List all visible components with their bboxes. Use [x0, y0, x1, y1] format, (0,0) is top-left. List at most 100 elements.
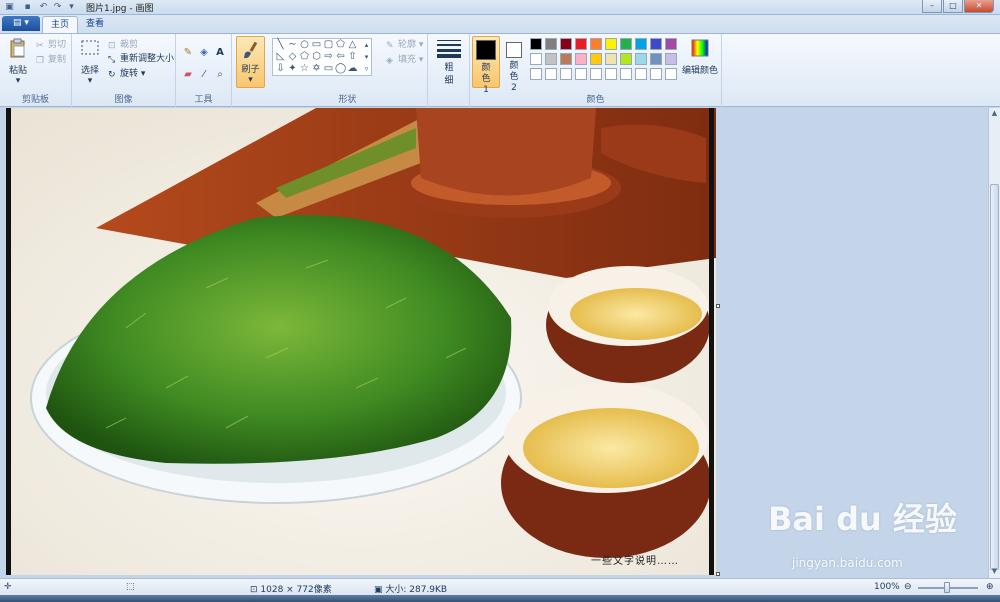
- fill-bucket-icon[interactable]: ◈: [196, 44, 212, 60]
- resize-icon: ⤡: [108, 55, 116, 65]
- left-arrow-shape-icon[interactable]: ⇦: [335, 52, 346, 62]
- copy-button[interactable]: ❐ 复制: [36, 54, 66, 67]
- zoom-slider-knob[interactable]: [944, 582, 950, 593]
- cloud-shape-icon[interactable]: ☁: [347, 64, 358, 74]
- palette-swatch[interactable]: [545, 53, 557, 65]
- size-button[interactable]: 粗 细: [434, 38, 464, 86]
- palette-swatch[interactable]: [635, 38, 647, 50]
- polygon-shape-icon[interactable]: ⬠: [335, 40, 346, 50]
- vertical-scrollbar[interactable]: ▲ ▼: [988, 108, 1000, 578]
- palette-swatch[interactable]: [590, 53, 602, 65]
- app-icon[interactable]: ▣: [4, 2, 15, 12]
- resize-handle-corner[interactable]: [716, 572, 720, 576]
- line-thickness-icon: [437, 40, 461, 58]
- image-group-label: 图像: [114, 95, 133, 105]
- rounded-rectangle-shape-icon[interactable]: ▢: [323, 40, 334, 50]
- paste-button[interactable]: 粘贴 ▾: [4, 38, 32, 86]
- gallery-scroll-down-icon[interactable]: ▾: [361, 52, 372, 62]
- palette-swatch[interactable]: [620, 53, 632, 65]
- crop-label: 裁剪: [120, 40, 139, 50]
- palette-swatch[interactable]: [560, 53, 572, 65]
- palette-swatch[interactable]: [590, 38, 602, 50]
- palette-swatch[interactable]: [605, 38, 617, 50]
- pentagon-shape-icon[interactable]: ⬠: [299, 52, 310, 62]
- edit-colors-button[interactable]: 编辑颜色: [682, 38, 718, 76]
- palette-swatch[interactable]: [605, 53, 617, 65]
- rotate-button[interactable]: ↻ 旋转 ▾: [108, 68, 145, 81]
- right-triangle-shape-icon[interactable]: ◺: [275, 52, 286, 62]
- scrollbar-thumb[interactable]: [990, 184, 999, 570]
- up-arrow-shape-icon[interactable]: ⇧: [347, 52, 358, 62]
- hexagon-shape-icon[interactable]: ⬡: [311, 52, 322, 62]
- palette-swatch[interactable]: [635, 53, 647, 65]
- color1-button[interactable]: 颜色 1: [472, 36, 500, 95]
- five-point-star-shape-icon[interactable]: ☆: [299, 64, 310, 74]
- callout-oval-shape-icon[interactable]: ◯: [335, 64, 346, 74]
- text-tool-icon[interactable]: A: [212, 44, 228, 60]
- down-arrow-shape-icon[interactable]: ⇩: [275, 64, 286, 74]
- palette-swatch[interactable]: [560, 68, 572, 80]
- palette-swatch[interactable]: [605, 68, 617, 80]
- resize-handle-right[interactable]: [716, 304, 720, 308]
- palette-swatch[interactable]: [665, 53, 677, 65]
- gallery-scroll-up-icon[interactable]: ▴: [361, 40, 372, 50]
- cursor-position-icon: ✛: [4, 582, 12, 592]
- canvas-image[interactable]: 一些文字说明……: [6, 108, 716, 575]
- pencil-icon[interactable]: ✎: [180, 44, 196, 60]
- palette-swatch[interactable]: [650, 38, 662, 50]
- palette-swatch[interactable]: [545, 68, 557, 80]
- six-point-star-shape-icon[interactable]: ✡: [311, 64, 322, 74]
- fill-button[interactable]: ◈ 填充 ▾: [386, 54, 423, 67]
- palette-swatch[interactable]: [530, 53, 542, 65]
- outline-button[interactable]: ✎ 轮廓 ▾: [386, 39, 423, 52]
- palette-swatch[interactable]: [620, 38, 632, 50]
- gallery-expand-icon[interactable]: ▿: [361, 64, 372, 74]
- color-picker-icon[interactable]: ⁄: [196, 66, 212, 82]
- four-point-star-shape-icon[interactable]: ✦: [287, 64, 298, 74]
- palette-swatch[interactable]: [560, 38, 572, 50]
- maximize-button[interactable]: □: [943, 0, 963, 13]
- diamond-shape-icon[interactable]: ◇: [287, 52, 298, 62]
- redo-icon[interactable]: ↷: [52, 2, 63, 12]
- save-icon[interactable]: ▪: [22, 2, 33, 12]
- palette-swatch[interactable]: [575, 53, 587, 65]
- triangle-shape-icon[interactable]: △: [347, 40, 358, 50]
- resize-button[interactable]: ⤡ 重新调整大小: [108, 53, 174, 66]
- palette-swatch[interactable]: [650, 68, 662, 80]
- tab-home[interactable]: 主页: [42, 16, 79, 33]
- palette-swatch[interactable]: [620, 68, 632, 80]
- magnifier-icon[interactable]: ⌕: [212, 66, 228, 82]
- palette-swatch[interactable]: [665, 68, 677, 80]
- brush-button[interactable]: 刷子 ▾: [236, 36, 265, 88]
- undo-icon[interactable]: ↶: [38, 2, 49, 12]
- close-button[interactable]: ✕: [964, 0, 994, 13]
- tab-view[interactable]: 查看: [78, 16, 112, 33]
- palette-swatch[interactable]: [590, 68, 602, 80]
- zoom-out-icon[interactable]: ⊖: [904, 582, 912, 592]
- palette-swatch[interactable]: [530, 38, 542, 50]
- palette-swatch[interactable]: [665, 38, 677, 50]
- quick-access-menu-icon[interactable]: ▾: [66, 2, 77, 12]
- rectangle-shape-icon[interactable]: ▭: [311, 40, 322, 50]
- file-menu-button[interactable]: ▤ ▾: [2, 16, 40, 31]
- minimize-button[interactable]: –: [922, 0, 942, 13]
- zoom-in-icon[interactable]: ⊕: [986, 582, 994, 592]
- crop-button[interactable]: ⊡ 裁剪: [108, 39, 138, 52]
- right-arrow-shape-icon[interactable]: ⇨: [323, 52, 334, 62]
- line-shape-icon[interactable]: ╲: [275, 40, 286, 50]
- oval-shape-icon[interactable]: ○: [299, 40, 310, 50]
- eraser-icon[interactable]: ▰: [180, 66, 196, 82]
- palette-swatch[interactable]: [530, 68, 542, 80]
- scroll-down-icon[interactable]: ▼: [989, 566, 1000, 577]
- palette-swatch[interactable]: [575, 68, 587, 80]
- select-button[interactable]: 选择 ▾: [78, 38, 102, 86]
- palette-swatch[interactable]: [575, 38, 587, 50]
- palette-swatch[interactable]: [650, 53, 662, 65]
- callout-rect-shape-icon[interactable]: ▭: [323, 64, 334, 74]
- color2-button[interactable]: 颜色 2: [500, 36, 528, 93]
- scroll-up-icon[interactable]: ▲: [989, 108, 1000, 119]
- cut-button[interactable]: ✂ 剪切: [36, 39, 66, 52]
- palette-swatch[interactable]: [545, 38, 557, 50]
- curve-shape-icon[interactable]: ∼: [287, 40, 298, 50]
- palette-swatch[interactable]: [635, 68, 647, 80]
